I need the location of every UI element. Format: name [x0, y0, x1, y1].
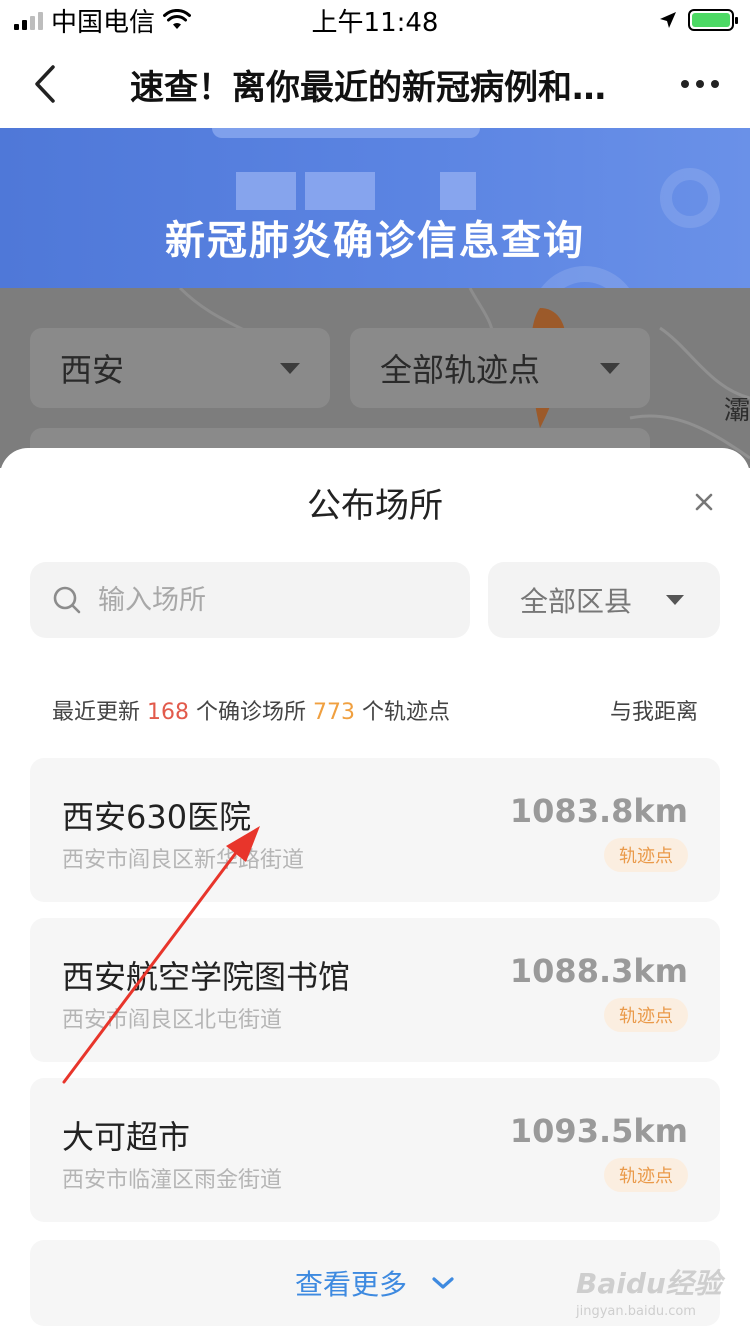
- magnifier-decoration-icon: [530, 266, 640, 288]
- district-select-label: 全部区县: [520, 585, 633, 618]
- page-title: 速查！离你最近的新冠病例和…: [130, 67, 606, 108]
- summary-text: 最近更新 168 个确诊场所 773 个轨迹点: [52, 694, 450, 726]
- map-place-label: 灞: [724, 396, 750, 426]
- blurred-logo: [236, 172, 296, 210]
- places-label: 个确诊场所: [196, 700, 307, 725]
- place-card[interactable]: 西安航空学院图书馆 西安市阎良区北屯街道 1088.3km 轨迹点: [30, 918, 720, 1062]
- sort-by-distance[interactable]: 与我距离: [610, 694, 698, 726]
- place-tag: 轨迹点: [604, 838, 688, 872]
- city-select-label: 西安: [60, 351, 125, 389]
- more-dot-icon: [711, 80, 719, 88]
- summary-prefix: 最近更新: [52, 700, 141, 725]
- blurred-logo: [440, 172, 476, 210]
- search-icon: [53, 586, 81, 614]
- place-distance: 1093.5km: [509, 1112, 688, 1150]
- signal-icon: [14, 10, 43, 30]
- points-filter-select[interactable]: 全部轨迹点: [350, 328, 650, 408]
- more-dot-icon: [696, 80, 704, 88]
- place-name: 西安630医院: [62, 798, 252, 836]
- city-select[interactable]: 西安: [30, 328, 330, 408]
- place-card[interactable]: 大可超市 西安市临潼区雨金街道 1093.5km 轨迹点: [30, 1078, 720, 1222]
- banner-tab-shape: [212, 128, 480, 138]
- place-card[interactable]: 西安630医院 西安市阎良区新华路街道 1083.8km 轨迹点: [30, 758, 720, 902]
- carrier-label: 中国电信: [51, 7, 156, 38]
- nav-bar: 速查！离你最近的新冠病例和…: [0, 40, 750, 128]
- close-icon: [695, 493, 713, 511]
- points-filter-label: 全部轨迹点: [380, 351, 541, 389]
- battery-icon: [688, 9, 738, 31]
- watermark-logo-text: Baidu经验: [576, 1267, 722, 1300]
- place-distance: 1083.8km: [509, 792, 688, 830]
- status-left: 中国电信: [14, 2, 192, 39]
- caret-down-icon: [280, 362, 300, 374]
- blurred-logo: [305, 172, 375, 210]
- watermark-url: jingyan.baidu.com: [576, 1304, 696, 1319]
- banner-title: 新冠肺炎确诊信息查询: [165, 218, 585, 264]
- district-select[interactable]: 全部区县: [488, 562, 720, 638]
- place-address: 西安市阎良区北屯街道: [62, 1008, 283, 1033]
- points-count: 773: [313, 700, 356, 725]
- status-right: [658, 9, 738, 31]
- place-address: 西安市阎良区新华路街道: [62, 848, 305, 873]
- places-sheet: 公布场所 全部区县 最近更新 168 个确诊场所 773 个轨迹点 与我距离 西…: [0, 448, 750, 1334]
- sheet-title: 公布场所: [307, 486, 443, 526]
- map-view: 西安 全部轨迹点 灞: [0, 288, 750, 468]
- chevron-left-icon: [35, 65, 55, 103]
- search-input[interactable]: [98, 584, 418, 616]
- more-dot-icon: [681, 80, 689, 88]
- chevron-down-icon: [432, 1277, 454, 1289]
- points-label: 个轨迹点: [362, 700, 451, 725]
- place-address: 西安市临潼区雨金街道: [62, 1168, 283, 1193]
- place-tag: 轨迹点: [604, 998, 688, 1032]
- status-bar: 中国电信 上午11:48: [0, 0, 750, 40]
- baidu-watermark: Baidu经验 jingyan.baidu.com: [576, 1262, 726, 1326]
- caret-down-icon: [600, 362, 620, 374]
- update-summary: 最近更新 168 个确诊场所 773 个轨迹点 与我距离: [52, 694, 698, 726]
- places-count: 168: [147, 700, 190, 725]
- close-button[interactable]: [684, 482, 724, 522]
- banner: 新冠肺炎确诊信息查询: [0, 128, 750, 288]
- view-more-label: 查看更多: [294, 1268, 407, 1301]
- wifi-icon: [163, 9, 192, 29]
- place-search-field[interactable]: [30, 562, 470, 638]
- place-name: 西安航空学院图书馆: [62, 958, 351, 996]
- place-name: 大可超市: [62, 1118, 191, 1156]
- location-arrow-icon: [660, 12, 676, 28]
- place-tag: 轨迹点: [604, 1158, 688, 1192]
- back-button[interactable]: [0, 40, 90, 128]
- caret-down-icon: [666, 595, 684, 605]
- more-menu-button[interactable]: [650, 40, 750, 128]
- place-distance: 1088.3km: [509, 952, 688, 990]
